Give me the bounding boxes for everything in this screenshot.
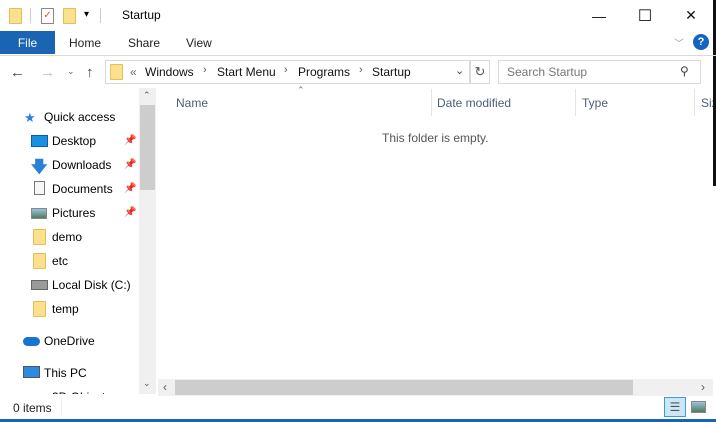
breadcrumb-start-menu[interactable]: Start Menu [217,65,276,79]
title-bar: ✓ ▾ Startup — ☐ ✕ [0,0,716,31]
folder-icon [33,253,46,269]
breadcrumb-overflow[interactable]: « [130,65,137,79]
column-header-name[interactable]: Name [176,96,208,110]
drive-icon [31,280,48,290]
file-tab[interactable]: File [0,31,55,54]
navigation-pane: ★ Quick access Desktop 📌 🡇 Downloads 📌 D… [0,88,156,396]
sidebar-item-etc[interactable]: etc [52,254,68,268]
folder-icon [110,64,123,80]
sidebar-item-temp[interactable]: temp [52,302,79,316]
expand-ribbon-icon[interactable]: ﹀ [674,35,684,50]
maximize-button[interactable]: ☐ [622,0,668,31]
back-button[interactable]: ← [10,64,25,81]
sidebar-item-pictures[interactable]: Pictures [52,206,95,220]
tab-view[interactable]: View [186,36,212,50]
status-item-count: 0 items [13,401,52,415]
documents-icon [34,181,45,195]
sidebar-item-downloads[interactable]: Downloads [52,158,111,172]
sidebar-item-desktop[interactable]: Desktop [52,134,96,148]
details-view-button[interactable]: ☰ [664,397,686,417]
sidebar-item-onedrive[interactable]: OneDrive [44,334,95,348]
ribbon [0,31,716,56]
sidebar-item-quick-access[interactable]: Quick access [44,110,115,124]
properties-icon[interactable]: ✓ [41,8,54,24]
folder-icon [33,301,46,317]
this-pc-icon [23,366,40,378]
search-input[interactable]: Search Startup ⚲ [498,60,701,84]
onedrive-icon [23,337,40,346]
pin-icon: 📌 [124,207,137,218]
breadcrumb-windows[interactable]: Windows [145,65,194,79]
forward-button[interactable]: → [40,64,55,81]
tab-home[interactable]: Home [69,36,101,50]
address-dropdown-icon[interactable]: ⌄ [455,64,464,77]
search-icon: ⚲ [680,64,689,78]
minimize-button[interactable]: — [576,0,622,31]
column-header-date-modified[interactable]: Date modified [437,96,511,110]
folder-icon [9,8,22,24]
window-title: Startup [122,8,161,22]
folder-icon [33,229,46,245]
column-header-type[interactable]: Type [582,96,608,110]
sidebar-scroll-thumb[interactable] [140,105,155,190]
pin-icon: 📌 [124,135,137,146]
quick-access-star-icon: ★ [24,110,36,125]
sidebar-item-this-pc[interactable]: This PC [44,366,87,380]
horizontal-scrollbar[interactable]: ‹ › [158,379,713,396]
sort-arrow-icon: ⌃ [297,85,305,95]
downloads-icon: 🡇 [31,159,48,176]
empty-folder-message: This folder is empty. [382,131,489,145]
sidebar-scrollbar[interactable]: ⌃ ⌄ [139,88,156,394]
breadcrumb-programs[interactable]: Programs [298,65,350,79]
help-icon[interactable]: ? [693,34,709,50]
pin-icon: 📌 [124,159,137,170]
search-placeholder: Search Startup [507,65,588,79]
pin-icon: 📌 [124,183,137,194]
sidebar-item-3d-objects[interactable]: 3D Objects [52,388,111,394]
horizontal-scroll-thumb[interactable] [175,380,633,395]
customize-toolbar-icon[interactable]: ▾ [84,9,89,20]
sidebar-item-demo[interactable]: demo [52,230,82,244]
refresh-button[interactable]: ↻ [470,60,490,84]
desktop-icon [31,135,48,147]
pictures-icon [31,208,47,219]
column-header-size[interactable]: Size [701,96,713,110]
sidebar-item-documents[interactable]: Documents [52,182,113,196]
up-button[interactable]: ↑ [86,64,94,81]
recent-locations-icon[interactable]: ⌄ [67,66,75,77]
sidebar-item-local-disk[interactable]: Local Disk (C:) [52,278,131,292]
new-folder-icon[interactable] [63,8,76,24]
breadcrumb-startup[interactable]: Startup [372,65,411,79]
large-icons-view-button[interactable] [691,401,706,413]
tab-share[interactable]: Share [128,36,160,50]
close-button[interactable]: ✕ [668,0,714,31]
